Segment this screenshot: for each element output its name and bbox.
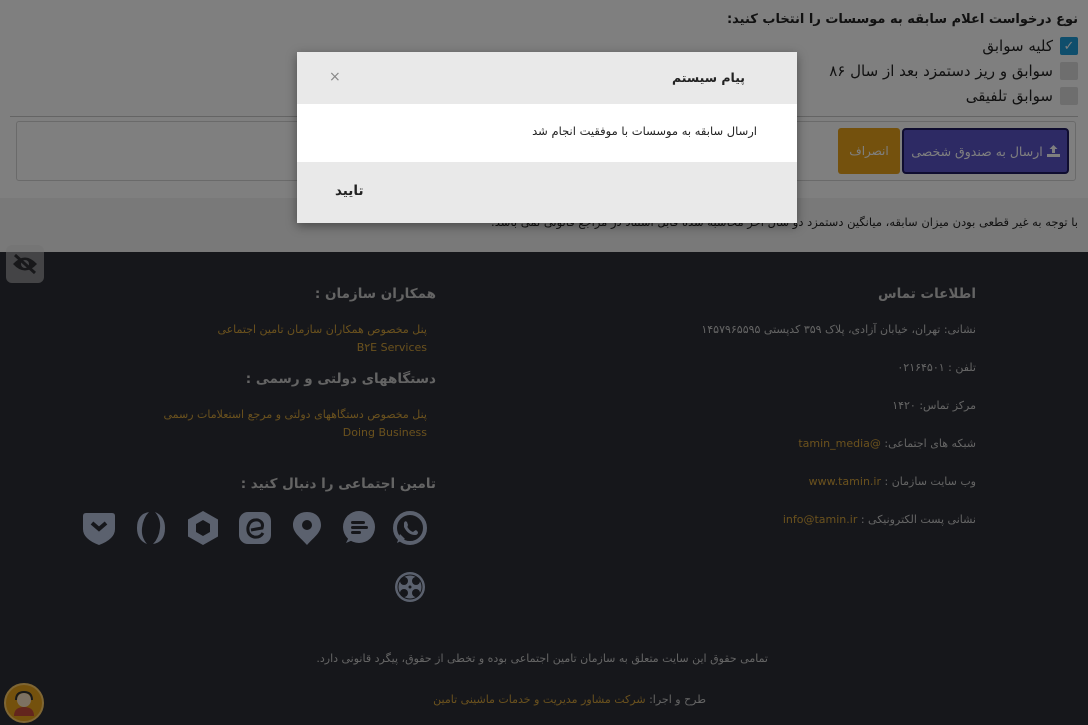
confirm-button[interactable]: تایید (335, 183, 364, 199)
dialog-body: ارسال سابقه به موسسات با موفقیت انجام شد (297, 104, 797, 162)
dialog-message: ارسال سابقه به موسسات با موفقیت انجام شد (532, 124, 757, 138)
system-message-dialog: پیام سیستم × ارسال سابقه به موسسات با مو… (297, 52, 797, 223)
close-icon[interactable]: × (329, 69, 341, 85)
dialog-title: پیام سیستم (671, 70, 745, 85)
dialog-header: پیام سیستم × (297, 52, 797, 104)
dialog-footer: تایید (297, 162, 797, 223)
